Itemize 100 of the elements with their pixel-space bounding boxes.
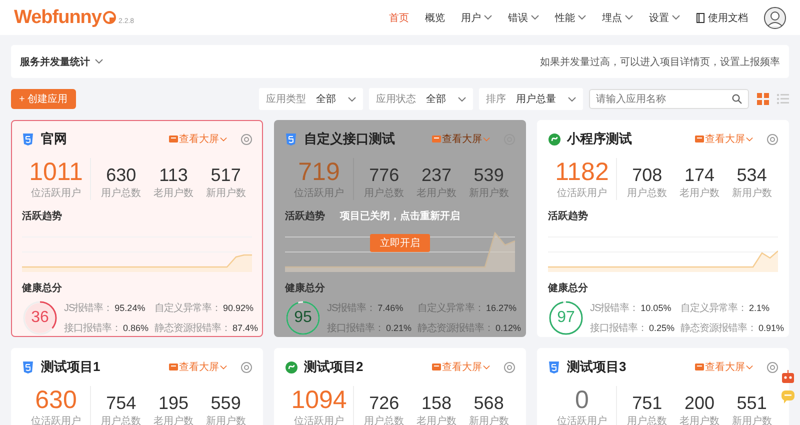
chevron-down-icon <box>531 15 539 20</box>
card-title: 自定义接口测试 <box>304 130 395 148</box>
metric-label: 接口报错率： <box>64 323 121 334</box>
shield-icon <box>285 132 298 146</box>
metric-label: 接口报错率： <box>590 323 647 334</box>
closed-message: 项目已关闭，点击重新开启 <box>340 209 460 223</box>
chevron-down-icon <box>483 364 490 370</box>
stat-value: 1094 <box>291 386 347 414</box>
shield-icon <box>22 360 35 374</box>
nav-item[interactable]: 错误 <box>508 10 539 24</box>
list-view-icon[interactable] <box>777 93 789 105</box>
app-card[interactable]: 官网 查看大屏 1011 位活跃用户 630 用户总数 113 老用户数 517 新用户数 活跃趋势 健康总分 36 JS报错率： 95.24% 自定义异常率： 90.92% 接口报错率： 0.86% 静态资源报错率： 87.4% <box>11 120 263 337</box>
robot-icon[interactable] <box>781 370 795 384</box>
docs-link[interactable]: 使用文档 <box>696 10 748 24</box>
stat-label: 新用户数 <box>732 186 772 200</box>
settings-icon[interactable] <box>504 362 515 372</box>
settings-icon[interactable] <box>767 362 778 372</box>
stat-value: 534 <box>736 164 767 186</box>
monitor-icon <box>169 134 178 144</box>
stat-value: 539 <box>474 164 504 186</box>
chevron-down-icon <box>672 15 680 20</box>
stat-label: 位活跃用户 <box>557 186 607 200</box>
health-score-ring: 36 <box>22 300 58 336</box>
metric-value: 7.46% <box>378 303 404 313</box>
filter-select[interactable]: 应用状态 全部 <box>369 88 473 110</box>
book-icon <box>696 12 705 22</box>
chevron-down-icon <box>220 364 227 370</box>
metric-label: 自定义异常率： <box>680 303 748 314</box>
settings-icon[interactable] <box>767 134 778 144</box>
stat-label: 老用户数 <box>679 186 720 200</box>
section-title: 活跃趋势 <box>285 210 325 223</box>
search-icon[interactable] <box>732 94 742 104</box>
filter-select[interactable]: 应用类型 全部 <box>259 88 363 110</box>
stat-value: 776 <box>369 164 400 186</box>
stat-value: 517 <box>210 164 241 186</box>
stat-value: 1182 <box>555 158 609 186</box>
chevron-down-icon <box>220 136 227 142</box>
metric-value: 2.1% <box>749 303 770 313</box>
stat-value: 1011 <box>29 158 83 186</box>
stat-label: 用户总数 <box>627 186 668 200</box>
stat-label: 位活跃用户 <box>31 414 81 425</box>
chevron-down-icon <box>578 15 586 20</box>
screen-link[interactable]: 查看大屏 <box>432 132 490 146</box>
grid-view-icon[interactable] <box>757 93 769 105</box>
stat-value: 630 <box>106 164 136 186</box>
nav-item[interactable]: 首页 <box>389 10 409 24</box>
search-field[interactable]: 请输入应用名称 <box>589 89 749 109</box>
metric-label: JS报错率： <box>64 303 113 314</box>
card-title: 测试项目1 <box>41 358 100 376</box>
metric-value: 0.25% <box>649 323 675 333</box>
stat-value: 630 <box>35 386 77 414</box>
stat-value: 113 <box>159 164 188 186</box>
app-card[interactable]: 小程序测试 查看大屏 1182 位活跃用户 708 用户总数 174 老用户数 534 新用户数 活跃趋势 健康总分 97 JS报错率： 10.05% 自定义异常率： 2.1% 接口报错率： 0.25% 静态资源报错率： 0.91% <box>537 120 789 337</box>
metric-label: 静态资源报错率： <box>154 323 231 334</box>
chat-bubble-icon[interactable] <box>781 390 795 404</box>
metric-value: 16.27% <box>486 303 517 313</box>
stat-label: 位活跃用户 <box>557 414 607 425</box>
settings-icon[interactable] <box>241 134 252 144</box>
stat-value: 195 <box>158 392 189 414</box>
metric-value: 10.05% <box>640 303 672 313</box>
nav-item[interactable]: 概览 <box>425 10 445 24</box>
chevron-down-icon <box>95 59 103 64</box>
metric-value: 0.21% <box>386 323 412 333</box>
chevron-down-icon <box>746 364 753 370</box>
pie-chart-icon <box>103 11 116 24</box>
monitor-icon <box>432 134 441 144</box>
card-title: 小程序测试 <box>567 130 632 148</box>
stats-dropdown[interactable]: 服务并发量统计 <box>20 54 103 68</box>
section-title: 活跃趋势 <box>22 210 62 223</box>
stat-label: 位活跃用户 <box>294 414 344 425</box>
filter-select[interactable]: 排序 用户总量 <box>479 88 583 110</box>
chevron-down-icon <box>348 96 356 102</box>
chevron-down-icon <box>458 96 466 102</box>
nav-item[interactable]: 设置 <box>649 10 680 24</box>
stat-value: 0 <box>575 386 589 414</box>
stat-value: 174 <box>684 164 715 186</box>
stat-value: 719 <box>298 158 340 186</box>
health-score-ring: 97 <box>548 300 584 336</box>
stat-value: 754 <box>106 392 136 414</box>
nav-item[interactable]: 性能 <box>555 10 586 24</box>
stat-value: 551 <box>736 392 767 414</box>
section-title: 健康总分 <box>285 282 325 295</box>
metric-value: 90.92% <box>223 303 254 313</box>
avatar-icon[interactable] <box>764 6 786 28</box>
monitor-icon <box>695 362 704 372</box>
stat-value: 200 <box>684 392 715 414</box>
stat-value: 158 <box>421 392 452 414</box>
nav-item[interactable]: 用户 <box>461 10 492 24</box>
metric-label: 静态资源报错率： <box>680 323 757 334</box>
settings-icon[interactable] <box>241 362 252 372</box>
logo-text: Webfunny <box>14 6 102 28</box>
stat-label: 用户总数 <box>101 186 142 200</box>
shield-icon <box>548 360 561 374</box>
stat-value: 751 <box>632 392 662 414</box>
chevron-down-icon <box>568 96 576 102</box>
chevron-down-icon <box>483 136 490 142</box>
monitor-icon <box>695 134 704 144</box>
section-title: 活跃趋势 <box>548 210 588 223</box>
nav-item[interactable]: 埋点 <box>602 10 633 24</box>
metric-label: 自定义异常率： <box>154 303 222 314</box>
